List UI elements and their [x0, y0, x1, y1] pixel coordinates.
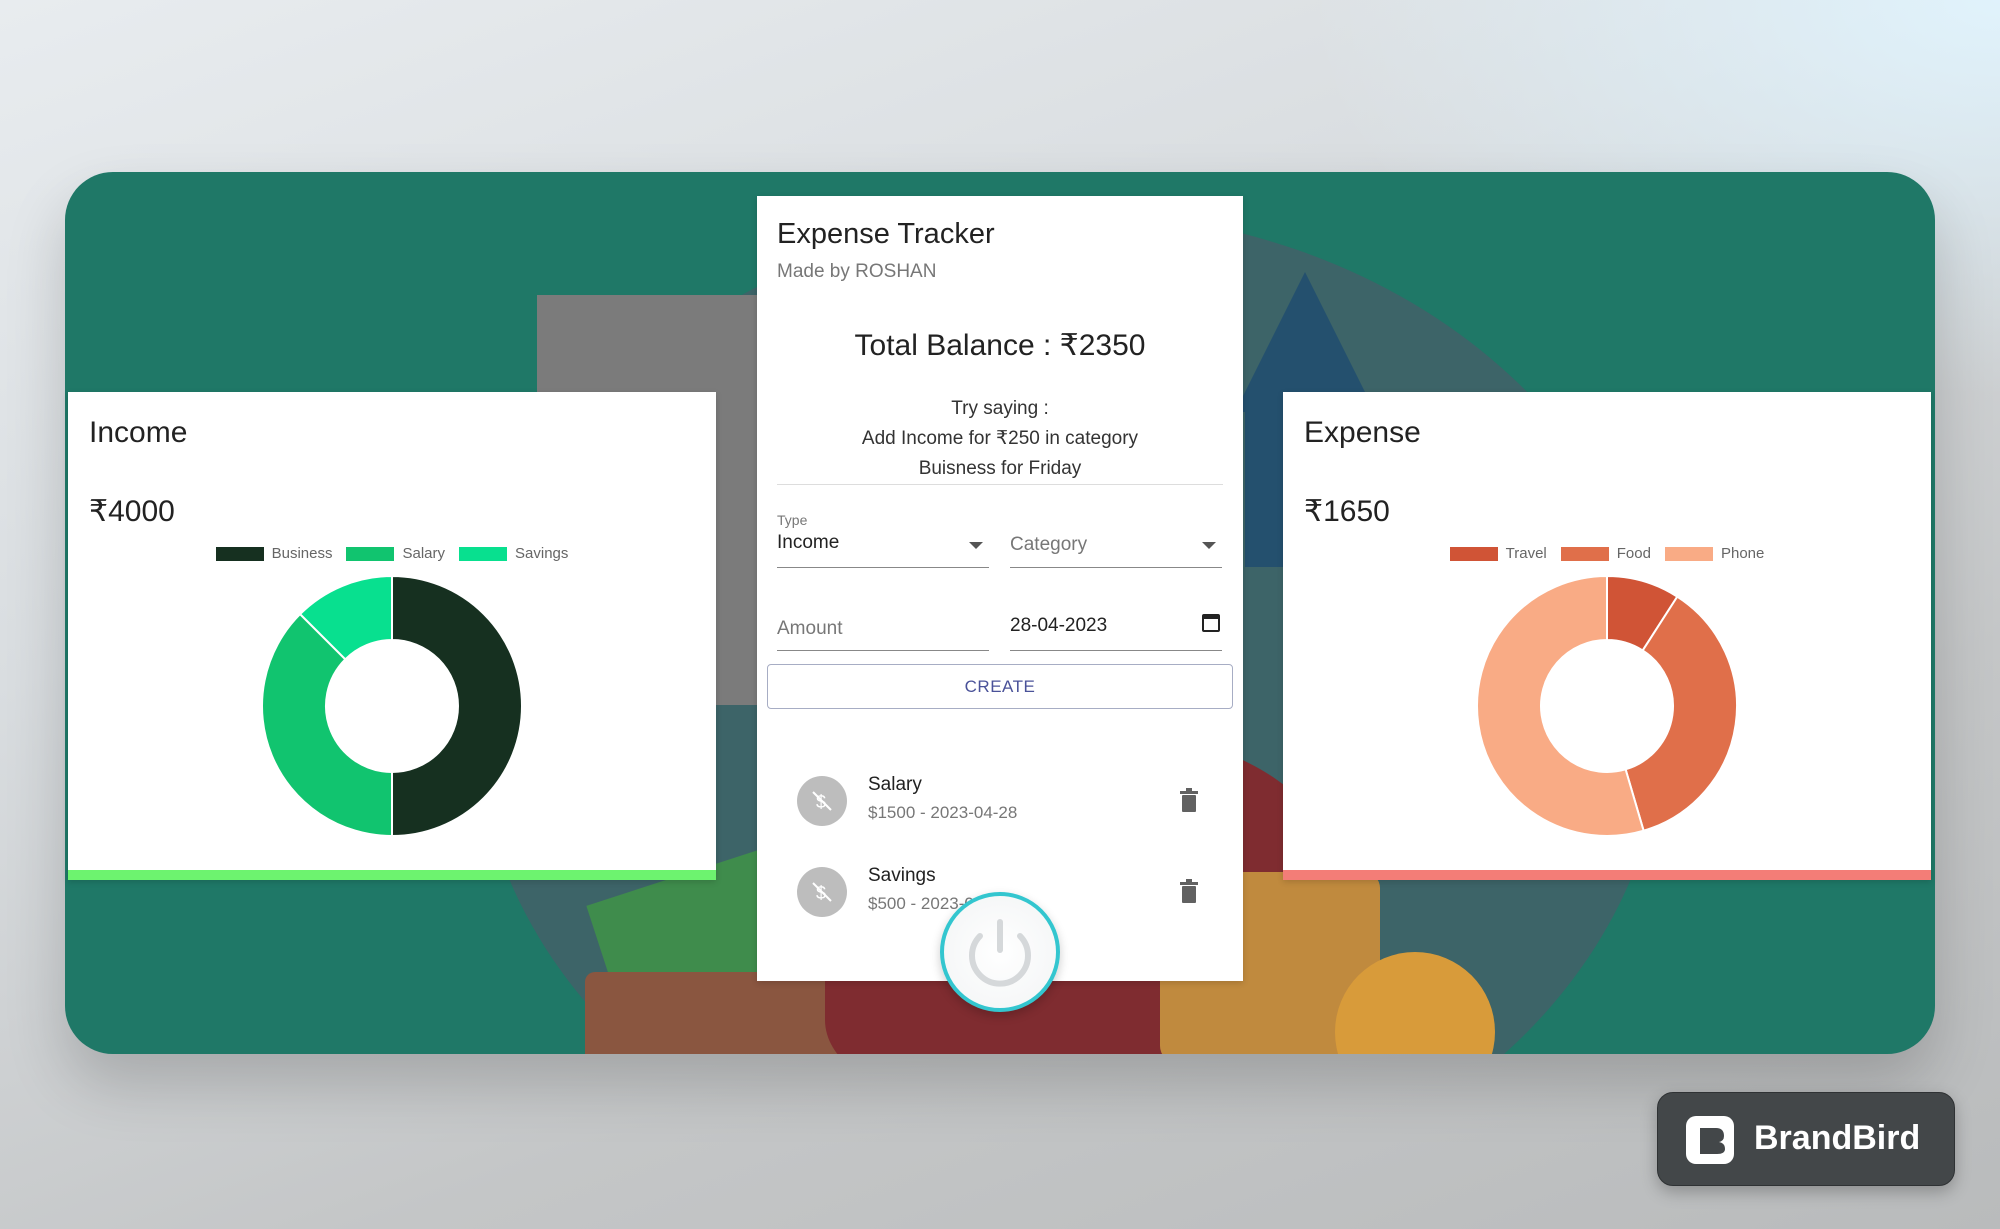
category-placeholder: Category: [1010, 534, 1088, 555]
type-label: Type: [777, 512, 808, 528]
arrow-illustration: [1235, 272, 1375, 412]
expense-donut-chart[interactable]: [1475, 574, 1739, 838]
expense-card: Expense ₹1650 Travel Food Phone: [1283, 392, 1931, 880]
divider: [777, 484, 1223, 485]
brandbird-logo-icon: [1686, 1116, 1734, 1164]
legend-item-travel[interactable]: Travel: [1449, 545, 1547, 562]
voice-power-button[interactable]: [940, 892, 1060, 1012]
income-amount: ₹4000: [89, 495, 175, 528]
expense-amount: ₹1650: [1304, 495, 1390, 528]
legend-swatch: [1664, 546, 1713, 561]
expense-tracker-card: Expense Tracker Made by ROSHAN Total Bal…: [757, 196, 1243, 981]
legend-item-business[interactable]: Business: [215, 545, 333, 562]
legend-item-savings[interactable]: Savings: [459, 545, 568, 562]
category-select[interactable]: Category: [1010, 512, 1222, 568]
legend-swatch: [1560, 546, 1609, 561]
money-off-icon: $: [797, 867, 847, 917]
legend-swatch: [215, 546, 264, 561]
donut-slice-salary[interactable]: [261, 612, 393, 838]
income-title: Income: [89, 416, 188, 449]
date-value: 28-04-2023: [1010, 615, 1108, 636]
type-select[interactable]: Type Income: [777, 512, 989, 568]
type-value: Income: [777, 532, 840, 553]
income-legend: Business Salary Savings: [68, 545, 716, 562]
legend-label: Salary: [402, 545, 446, 562]
legend-label: Business: [271, 545, 333, 562]
legend-swatch: [459, 546, 508, 561]
legend-label: Travel: [1505, 545, 1547, 562]
calendar-icon[interactable]: [1202, 614, 1220, 632]
legend-label: Savings: [515, 545, 569, 562]
income-card: Income ₹4000 Business Salary Savings: [68, 392, 716, 880]
income-accent-bar: [68, 870, 716, 880]
transaction-item[interactable]: $ Salary $1500 - 2023-04-28: [777, 766, 1223, 836]
chevron-down-icon: [969, 542, 983, 549]
legend-swatch: [346, 546, 395, 561]
app-subtitle: Made by ROSHAN: [777, 261, 937, 282]
legend-label: Phone: [1720, 545, 1765, 562]
voice-hint: Try saying : Add Income for ₹250 in cate…: [777, 394, 1223, 484]
legend-item-food[interactable]: Food: [1560, 545, 1651, 562]
expense-accent-bar: [1283, 870, 1931, 880]
amount-input[interactable]: Amount: [777, 606, 989, 651]
create-button[interactable]: CREATE: [767, 664, 1233, 709]
svg-text:$: $: [816, 883, 826, 903]
hint-line: Buisness for Friday: [918, 458, 1082, 479]
income-donut-chart[interactable]: [260, 574, 524, 838]
wallet-illustration: [585, 972, 865, 1054]
transaction-name: Savings: [868, 865, 936, 886]
donut-slice-business[interactable]: [391, 574, 523, 838]
amount-placeholder: Amount: [777, 618, 843, 639]
delete-icon[interactable]: [1179, 879, 1199, 903]
transaction-name: Salary: [868, 774, 922, 795]
svg-text:$: $: [816, 792, 826, 812]
total-balance: Total Balance : ₹2350: [854, 329, 1146, 362]
date-input[interactable]: 28-04-2023: [1010, 606, 1222, 651]
brandbird-label: BrandBird: [1754, 1119, 1921, 1157]
hint-line: Try saying :: [951, 398, 1049, 419]
expense-legend: Travel Food Phone: [1283, 545, 1931, 562]
brandbird-badge[interactable]: BrandBird: [1657, 1092, 1955, 1186]
legend-item-salary[interactable]: Salary: [346, 545, 445, 562]
chevron-down-icon: [1202, 542, 1216, 549]
money-off-icon: $: [797, 776, 847, 826]
delete-icon[interactable]: [1179, 788, 1199, 812]
expense-title: Expense: [1304, 416, 1421, 449]
app-title: Expense Tracker: [777, 218, 995, 250]
hint-line: Add Income for ₹250 in category: [861, 428, 1139, 449]
legend-swatch: [1449, 546, 1498, 561]
legend-item-phone[interactable]: Phone: [1664, 545, 1765, 562]
legend-label: Food: [1616, 545, 1651, 562]
transaction-detail: $1500 - 2023-04-28: [868, 803, 1018, 822]
power-icon: [969, 919, 1031, 987]
